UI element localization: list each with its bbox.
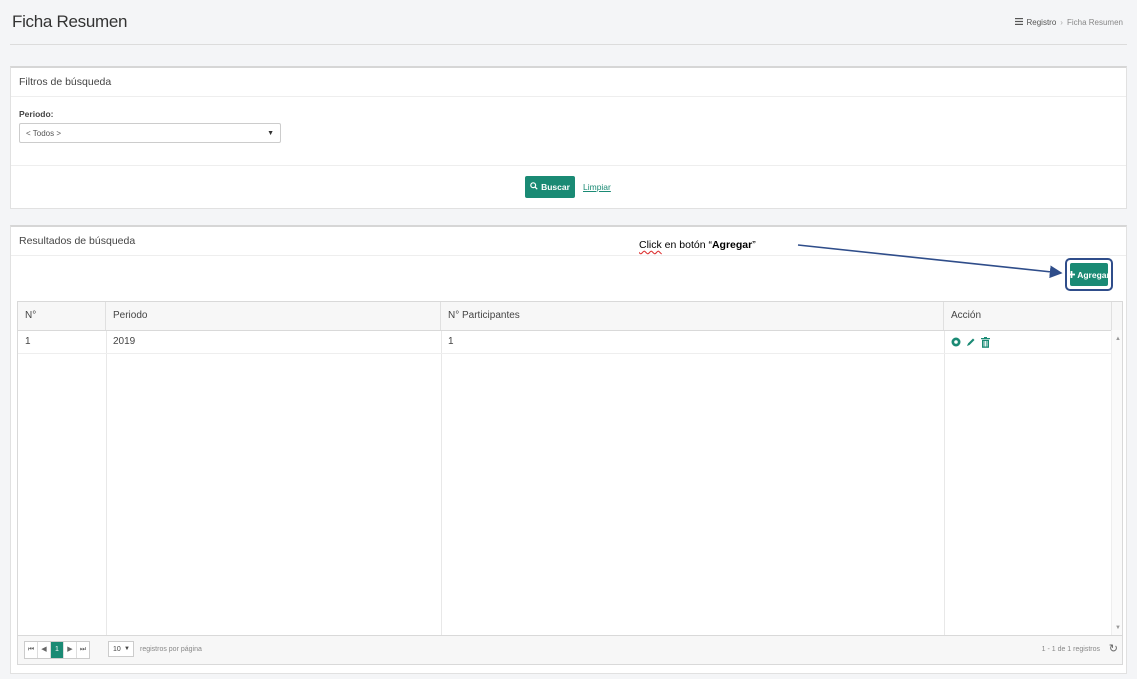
caret-down-icon: ▼ [124, 646, 130, 652]
breadcrumb-item-registro[interactable]: Registro [1027, 18, 1057, 27]
annotation-bold: Agregar [711, 239, 753, 251]
trash-icon[interactable] [981, 336, 990, 348]
menu-icon [1014, 18, 1023, 27]
grid-scrollbar[interactable] [1111, 330, 1122, 635]
column-header-periodo[interactable]: Periodo [106, 302, 441, 330]
buscar-button-label: Buscar [541, 182, 570, 192]
buscar-button[interactable]: Buscar [525, 176, 575, 198]
filters-footer-divider [11, 165, 1126, 166]
annotation-post: ” [752, 239, 756, 251]
filters-panel: Filtros de búsqueda Periodo: < Todos > ▼… [10, 66, 1127, 209]
grid-header: N° Periodo N° Participantes Acción [18, 302, 1122, 331]
agregar-button[interactable]: Agregar [1068, 263, 1110, 286]
grid-pager: ⏮ ◀ 1 ▶ ⏭ 10 ▼ registros por página 1 - … [18, 635, 1122, 664]
page-number-button[interactable]: 1 [51, 642, 64, 658]
pager-info: 1 - 1 de 1 registros [1041, 646, 1100, 653]
edit-icon[interactable] [966, 337, 976, 347]
column-header-participantes[interactable]: N° Participantes [441, 302, 944, 330]
filters-panel-title: Filtros de búsqueda [11, 68, 1126, 97]
scroll-down-icon[interactable]: ▼ [1115, 625, 1121, 631]
breadcrumb-separator: › [1060, 18, 1063, 27]
column-divider [944, 331, 945, 635]
page-size-label: registros por página [140, 646, 202, 653]
plus-icon [1068, 270, 1076, 280]
periodo-label: Periodo: [19, 109, 54, 119]
search-icon [530, 182, 538, 192]
annotation-click: Click [639, 239, 662, 251]
page-title: Ficha Resumen [12, 12, 128, 31]
column-header-numero[interactable]: N° [18, 302, 106, 330]
results-panel-title: Resultados de búsqueda [11, 227, 1126, 256]
periodo-select[interactable]: < Todos > ▼ [19, 123, 281, 143]
breadcrumb: Registro › Ficha Resumen [1014, 18, 1123, 27]
caret-down-icon: ▼ [267, 130, 274, 137]
last-page-icon[interactable]: ⏭ [77, 642, 89, 658]
title-divider [10, 44, 1127, 45]
results-panel: Resultados de búsqueda Click en botón “A… [10, 225, 1127, 674]
annotation-mid: en botón “ [661, 239, 712, 251]
results-grid: N° Periodo N° Participantes Acción 1 201… [17, 301, 1123, 665]
limpiar-link[interactable]: Limpiar [583, 182, 611, 192]
view-icon[interactable] [951, 337, 961, 347]
column-header-accion[interactable]: Acción [944, 302, 1112, 330]
cell-numero: 1 [25, 336, 31, 347]
annotation-text: Click en botón “Agregar” [639, 239, 756, 251]
prev-page-icon[interactable]: ◀ [38, 642, 51, 658]
cell-accion [944, 331, 1112, 353]
pager-buttons: ⏮ ◀ 1 ▶ ⏭ [24, 641, 90, 659]
page-size-select[interactable]: 10 ▼ [108, 641, 134, 657]
column-divider [441, 331, 442, 635]
breadcrumb-item-current: Ficha Resumen [1066, 18, 1123, 27]
periodo-select-value: < Todos > [26, 129, 61, 138]
table-row[interactable]: 1 2019 1 [18, 331, 1112, 354]
cell-participantes: 1 [448, 336, 454, 347]
first-page-icon[interactable]: ⏮ [25, 642, 38, 658]
refresh-icon[interactable]: ↻ [1109, 642, 1118, 655]
cell-periodo: 2019 [113, 336, 136, 347]
column-divider [106, 331, 107, 635]
agregar-button-label: Agregar [1077, 269, 1110, 280]
next-page-icon[interactable]: ▶ [64, 642, 77, 658]
page-size-value: 10 [113, 646, 121, 653]
scroll-up-icon[interactable]: ▲ [1115, 336, 1121, 342]
